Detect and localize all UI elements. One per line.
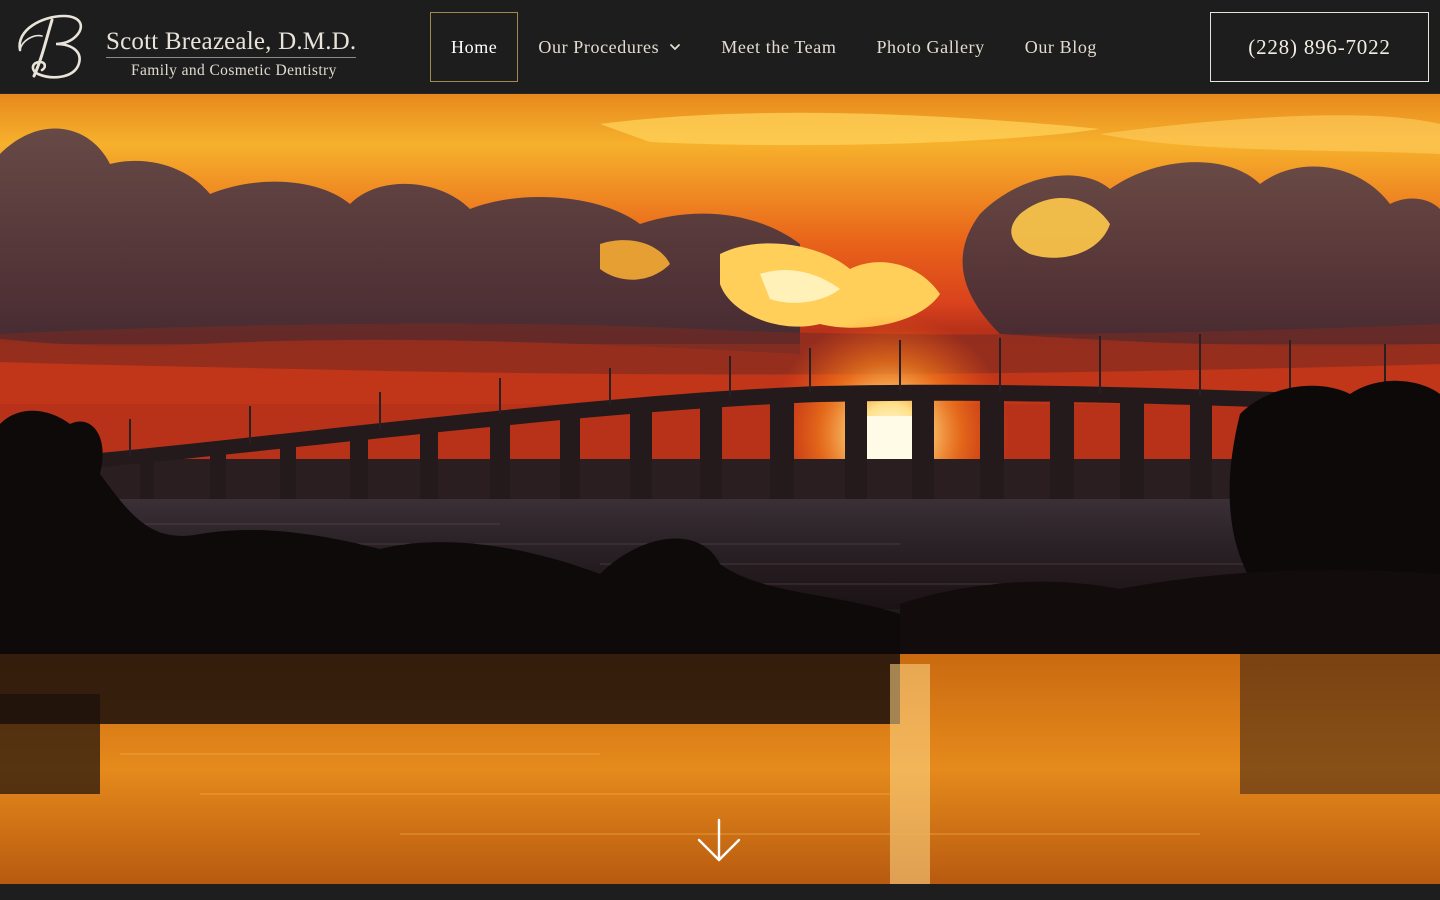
nav-item-label: Meet the Team bbox=[721, 36, 837, 57]
nav-item-photo-gallery[interactable]: Photo Gallery bbox=[856, 12, 1004, 82]
hero-image bbox=[0, 94, 1440, 884]
nav-item-label: Our Blog bbox=[1024, 36, 1098, 57]
phone-button[interactable]: (228) 896-7022 bbox=[1210, 12, 1429, 82]
chevron-down-icon bbox=[670, 44, 681, 50]
practice-name: Scott Breazeale, D.M.D. bbox=[106, 28, 357, 58]
practice-tagline: Family and Cosmetic Dentistry bbox=[131, 62, 337, 79]
nav-item-meet-the-team[interactable]: Meet the Team bbox=[701, 12, 856, 82]
nav-item-label: Home bbox=[451, 36, 498, 57]
nav-item-our-blog[interactable]: Our Blog bbox=[1005, 12, 1117, 82]
nav-item-label: Our Procedures bbox=[538, 36, 660, 57]
nav-item-label: Photo Gallery bbox=[876, 36, 985, 57]
arrow-down-icon[interactable] bbox=[694, 816, 744, 866]
sunset-bridge-scene bbox=[0, 94, 1440, 884]
nav-item-home[interactable]: Home bbox=[430, 12, 519, 82]
site-logo[interactable]: Scott Breazeale, D.M.D. Family and Cosme… bbox=[12, 10, 402, 82]
nav-item-our-procedures[interactable]: Our Procedures bbox=[518, 12, 701, 82]
monogram-logo-icon bbox=[18, 14, 83, 79]
section-divider bbox=[0, 884, 1440, 900]
site-header: Scott Breazeale, D.M.D. Family and Cosme… bbox=[0, 0, 1440, 94]
main-nav: Home Our Procedures Meet the Team Photo … bbox=[430, 12, 1117, 82]
